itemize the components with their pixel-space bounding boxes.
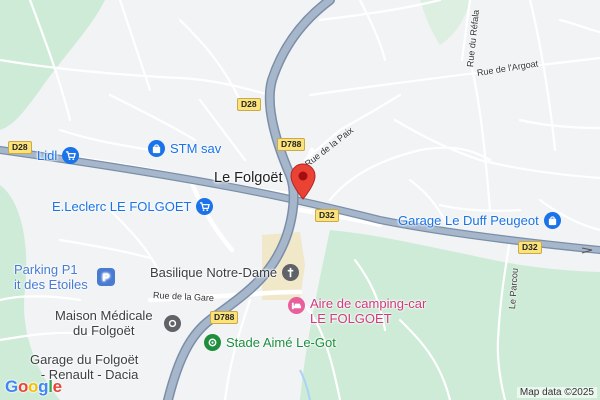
church-cross-icon	[282, 264, 300, 281]
poi-label-line1: Garage du Folgoët	[30, 352, 139, 367]
poi-eleclerc[interactable]: E.Leclerc LE FOLGOET	[52, 198, 214, 215]
google-logo: Google	[5, 377, 62, 397]
bed-icon	[288, 297, 305, 314]
poi-label: E.Leclerc LE FOLGOET	[52, 199, 192, 214]
poi-aire-camping-car[interactable]: Aire de camping-car LE FOLGOET	[288, 296, 426, 326]
poi-label-line2: LE FOLGOET	[310, 311, 392, 326]
poi-label: STM sav	[170, 141, 222, 156]
poi-label-line2: du Folgoët	[73, 323, 135, 338]
d32-shield-east: D32	[518, 241, 542, 254]
poi-lidl[interactable]: Lidl	[37, 147, 80, 164]
location-pin-icon[interactable]	[290, 163, 316, 206]
map-view[interactable]: D28 D28 D788 D32 D32 D788 Rue de la Paix…	[0, 0, 600, 400]
poi-label: Stade Aimé Le-Got	[226, 335, 336, 350]
poi-parking-p1[interactable]: Parking P1 it des Etoiles P	[14, 262, 115, 292]
poi-maison-medicale[interactable]: Maison Médicale du Folgoët	[55, 308, 181, 338]
d28-shield-top: D28	[237, 98, 261, 111]
green-area-north-east	[420, 0, 470, 45]
poi-label: Lidl	[37, 148, 58, 163]
poi-basilique[interactable]: Basilique Notre-Dame	[150, 264, 300, 281]
town-label: Le Folgoët	[214, 170, 283, 186]
poi-stade[interactable]: Stade Aimé Le-Got	[204, 334, 336, 351]
parking-icon: P	[96, 268, 115, 286]
map-attribution[interactable]: Map data ©2025	[516, 387, 597, 398]
poi-garage-le-duff[interactable]: Garage Le Duff Peugeot	[398, 212, 561, 229]
d32-shield-center: D32	[315, 209, 339, 222]
poi-label-line1: Parking P1	[14, 262, 78, 277]
poi-label-line1: Aire de camping-car	[310, 296, 427, 311]
poi-label-line1: Maison Médicale	[55, 308, 153, 323]
shopping-bag-icon	[543, 212, 561, 229]
shopping-cart-icon	[196, 198, 214, 215]
d28-shield-left: D28	[8, 141, 32, 154]
medical-icon	[163, 314, 181, 332]
logo-letter: o	[17, 377, 29, 396]
stadium-icon	[204, 334, 221, 351]
shopping-bag-icon	[148, 140, 165, 157]
logo-letter: o	[28, 377, 39, 396]
poi-label-line2: it des Etoiles	[14, 277, 88, 292]
d788-shield-south: D788	[210, 311, 239, 324]
logo-letter: e	[52, 377, 62, 396]
d788-shield-north: D788	[277, 138, 306, 151]
shopping-cart-icon	[62, 147, 80, 164]
poi-label: Basilique Notre-Dame	[150, 265, 278, 280]
poi-label: Garage Le Duff Peugeot	[398, 213, 539, 228]
logo-letter: G	[5, 377, 18, 396]
poi-stm-sav[interactable]: STM sav	[148, 140, 221, 157]
svg-text:P: P	[102, 272, 109, 283]
logo-letter: g	[38, 377, 49, 396]
